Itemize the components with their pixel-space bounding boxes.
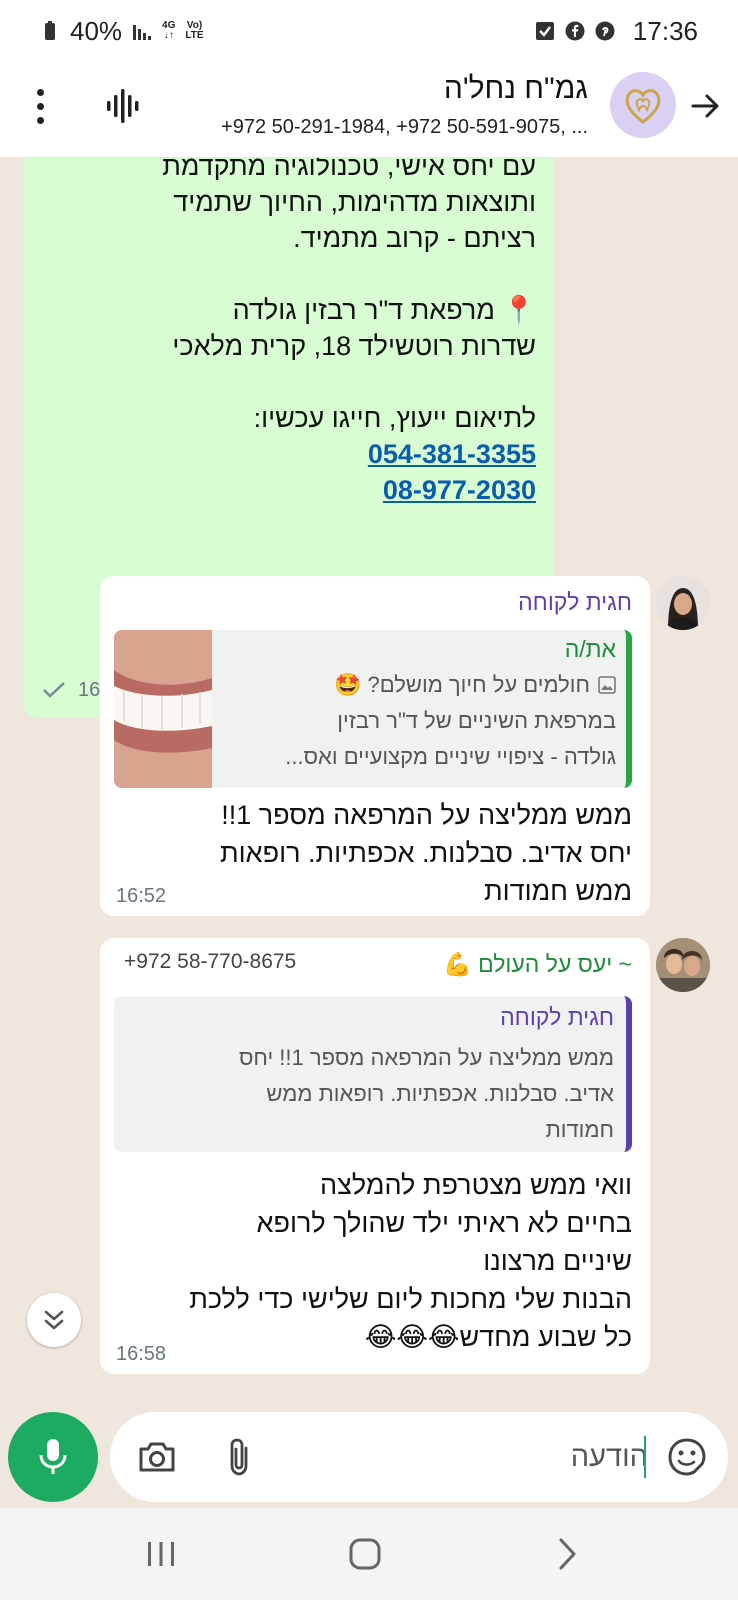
- emoji-sticker-button[interactable]: [664, 1434, 710, 1480]
- status-left: 40% 4G ↓↑ Vo) LTE: [40, 16, 204, 47]
- sender-phone[interactable]: +972 58-770-8675: [124, 950, 296, 974]
- sender-row: ~ יעס על העולם 💪 +972 58-770-8675: [114, 948, 632, 984]
- quote-line: גולדה - ציפויי שיניים מקצועיים ואס...: [285, 744, 616, 769]
- message-line: בחיים לא ראיתי ילד שהולך לרופא: [256, 1208, 632, 1238]
- scroll-to-bottom-button[interactable]: [27, 1293, 81, 1347]
- sticker-icon: [668, 1438, 706, 1476]
- message-body: וואי ממש מצטרפת להמלצה בחיים לא ראיתי יל…: [114, 1166, 632, 1356]
- camera-icon: [139, 1442, 175, 1472]
- clock: 17:36: [632, 15, 698, 46]
- signal-icon: [132, 21, 152, 41]
- message-time: 16:52: [116, 885, 167, 907]
- camera-button[interactable]: [134, 1434, 180, 1480]
- volte-indicator: Vo) LTE: [185, 20, 204, 41]
- system-nav-bar: [0, 1508, 738, 1600]
- paperclip-icon: [230, 1438, 248, 1476]
- quoted-message[interactable]: חגית לקוחה ממש ממליצה על המרפאה מספר 1!!…: [114, 996, 632, 1152]
- message-line: עם יחס אישי, טכנולוגיה מתקדמת: [162, 158, 536, 181]
- sender-avatar[interactable]: [656, 576, 710, 630]
- user-photo-icon: [656, 576, 710, 630]
- checkbox-notification-icon: [535, 21, 555, 41]
- network-type: 4G ↓↑: [162, 20, 176, 41]
- chat-header: גמ"ח נחל'ה +972 50-291-1984, +972 50-591…: [0, 62, 738, 158]
- quote-text: ממש ממליצה על המרפאה מספר 1!! יחס אדיב. …: [239, 1040, 614, 1148]
- message-line: יחס אדיב. סבלנות. אכפתיות. רופאות: [220, 838, 632, 868]
- quoted-message[interactable]: את/ה חולמים על חיוך מושלם? 🤩 במרפאת השינ…: [114, 630, 632, 788]
- microphone-icon: [39, 1439, 67, 1474]
- message-body: עם יחס אישי, טכנולוגיה מתקדמת ותוצאות מד…: [44, 158, 536, 508]
- phone-link[interactable]: 054-381-3355: [44, 436, 536, 472]
- message-line: שדרות רוטשילד 18, קרית מלאכי: [172, 331, 536, 361]
- sent-check-icon: [43, 682, 65, 698]
- status-right: 17:36: [535, 16, 698, 47]
- audio-wave-icon: [107, 89, 139, 123]
- home-button[interactable]: [340, 1532, 390, 1576]
- message-line: [44, 364, 536, 400]
- message-input-container: [110, 1412, 728, 1502]
- incoming-message[interactable]: ~ יעס על העולם 💪 +972 58-770-8675 חגית ל…: [100, 938, 650, 1374]
- status-bar: 40% 4G ↓↑ Vo) LTE 17:36: [0, 0, 738, 62]
- quote-line: במרפאת השיניים של ד"ר רבזין: [337, 708, 616, 733]
- message-line: ממש ממליצה על המרפאה מספר 1!!: [221, 800, 632, 830]
- back-button[interactable]: [684, 84, 728, 128]
- user-photo-icon: [656, 938, 710, 992]
- sender-avatar[interactable]: [656, 938, 710, 992]
- text-caret: [644, 1436, 646, 1478]
- heart-tooth-logo-icon: [625, 89, 661, 124]
- attach-button[interactable]: [216, 1434, 262, 1480]
- composer-bar: [0, 1396, 738, 1508]
- dot-icon: [36, 116, 44, 124]
- quote-author: חגית לקוחה: [500, 1004, 614, 1030]
- quote-line: אדיב. סבלנות. אכפתיות. רופאות ממש: [266, 1081, 614, 1106]
- message-line: שיניים מרצונו: [483, 1246, 632, 1276]
- group-avatar[interactable]: [610, 72, 676, 138]
- recent-apps-button[interactable]: [136, 1532, 186, 1576]
- quote-author: את/ה: [564, 636, 616, 662]
- voice-chat-button[interactable]: [104, 84, 144, 128]
- arrow-back-icon: [691, 94, 719, 118]
- quote-line: חמודות: [545, 1117, 614, 1142]
- double-chevron-down-icon: [44, 1310, 64, 1330]
- quote-line: ממש ממליצה על המרפאה מספר 1!! יחס: [238, 1045, 614, 1070]
- battery-icon: [40, 21, 60, 41]
- phone-link[interactable]: 08-977-2030: [44, 472, 536, 508]
- message-line: וואי ממש מצטרפת להמלצה: [320, 1170, 632, 1200]
- dot-icon: [36, 102, 44, 110]
- chat-area[interactable]: עם יחס אישי, טכנולוגיה מתקדמת ותוצאות מד…: [0, 158, 738, 1396]
- quoted-image-thumbnail: [114, 630, 212, 788]
- message-line: לתיאום ייעוץ, חייגו עכשיו:: [253, 403, 536, 433]
- chat-title[interactable]: גמ"ח נחל'ה: [444, 72, 588, 106]
- message-line: 📍 מרפאת ד"ר רבזין גולדה: [232, 295, 536, 325]
- facebook-icon: [565, 21, 585, 41]
- message-input[interactable]: [348, 1434, 648, 1480]
- battery-percentage: 40%: [70, 15, 123, 46]
- home-icon: [349, 1538, 381, 1570]
- sender-name[interactable]: חגית לקוחה: [114, 586, 632, 618]
- back-nav-button[interactable]: [542, 1532, 592, 1576]
- message-line: ותוצאות מדהימות, החיוך שתמיד: [173, 187, 536, 217]
- message-time: 16:58: [116, 1343, 167, 1365]
- chat-participants[interactable]: +972 50-291-1984, +972 50-591-9075, ...: [221, 116, 588, 139]
- message-line: [44, 256, 536, 292]
- pinterest-icon: [595, 21, 615, 41]
- dot-icon: [36, 88, 44, 96]
- message-line: ממש חמודות: [483, 876, 632, 906]
- incoming-message[interactable]: חגית לקוחה את/ה חולמים על חיוך מושלם? 🤩 …: [100, 576, 650, 916]
- voice-message-button[interactable]: [8, 1412, 98, 1502]
- more-options-button[interactable]: [28, 84, 52, 128]
- chevron-right-icon: [559, 1538, 576, 1570]
- message-line: הבנות שלי מחכות ליום שלישי כדי ללכת: [189, 1284, 632, 1314]
- message-body: ממש ממליצה על המרפאה מספר 1!! יחס אדיב. …: [114, 796, 632, 910]
- message-line: כל שבוע מחדש😂😂😂: [364, 1322, 632, 1352]
- image-icon: [598, 676, 616, 694]
- sender-name[interactable]: ~ יעס על העולם 💪: [443, 948, 632, 980]
- recent-apps-icon: [148, 1542, 174, 1566]
- message-line: רציתם - קרוב מתמיד.: [293, 223, 536, 253]
- quote-line: חולמים על חיוך מושלם? 🤩: [334, 672, 616, 698]
